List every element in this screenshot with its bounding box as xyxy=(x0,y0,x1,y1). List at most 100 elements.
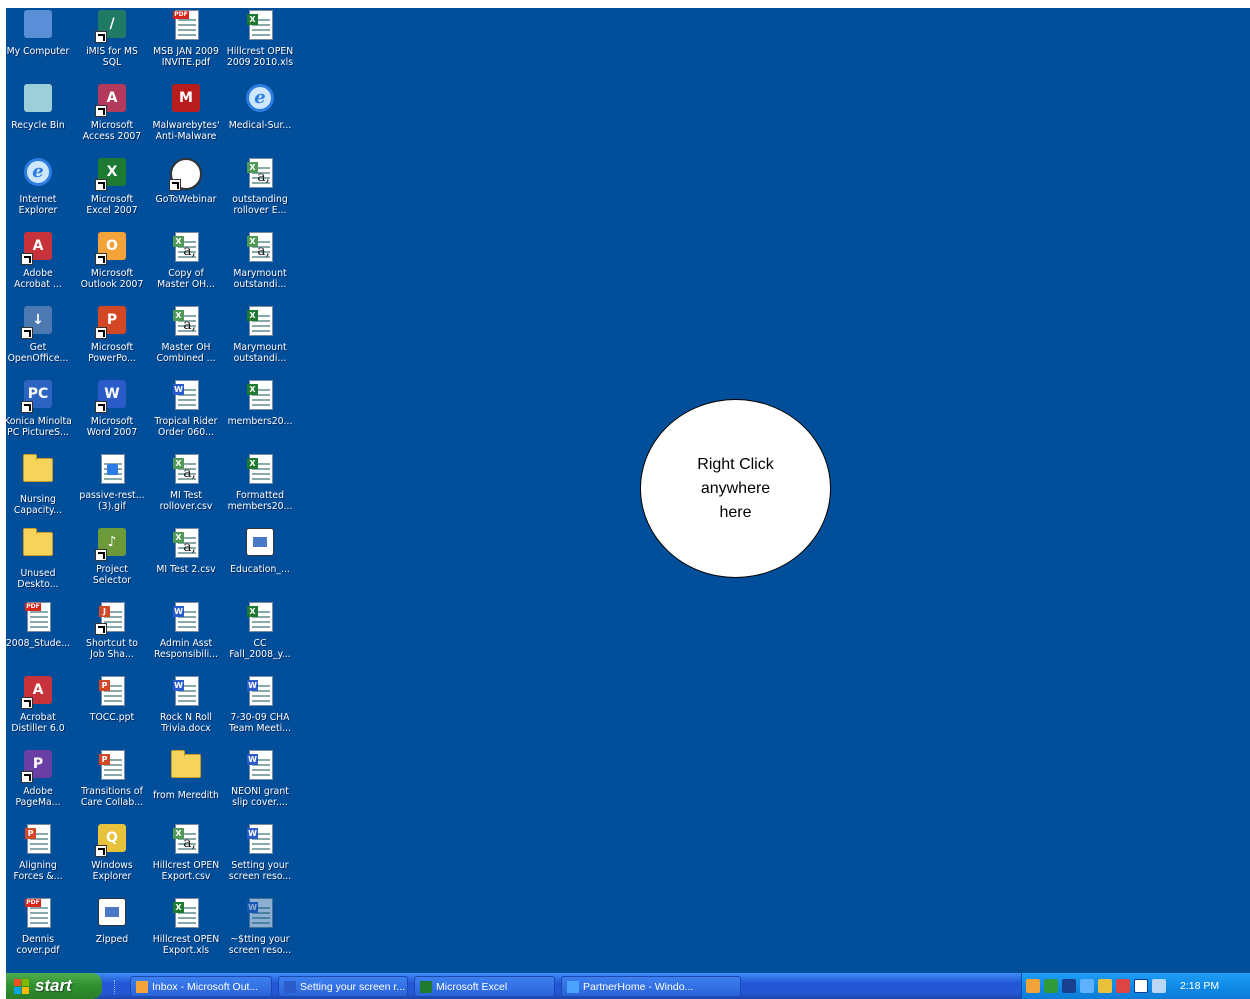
update-tray-icon[interactable] xyxy=(1098,979,1112,993)
pc-picture-studio-icon: PC xyxy=(21,380,54,413)
desktop-icon-label: MI Test rollover.csv xyxy=(159,490,213,512)
excel-icon: X xyxy=(95,158,128,191)
start-label: start xyxy=(35,976,72,995)
desktop-icon[interactable]: P Adobe PageMa... xyxy=(6,748,75,820)
desktop-icon[interactable]: O Microsoft Outlook 2007 xyxy=(75,230,149,302)
desktop-icon-label: Hillcrest OPEN Export.csv xyxy=(152,860,220,882)
desktop-icon[interactable]: PDF 2008_Stude... xyxy=(6,600,75,672)
desktop-icon[interactable]: W 7-30-09 CHA Team Meeti... xyxy=(223,674,297,746)
desktop-icon[interactable]: P Transitions of Care Collab... xyxy=(75,748,149,820)
desktop-icon-label: TOCC.ppt xyxy=(89,712,135,723)
desktop-icon-label: Malwarebytes' Anti-Malware xyxy=(152,120,220,142)
desktop-icon[interactable]: P TOCC.ppt xyxy=(75,674,149,746)
desktop-icon[interactable]: W Setting your screen reso... xyxy=(223,822,297,894)
desktop-icon[interactable]: Xa, MI Test 2.csv xyxy=(149,526,223,598)
excel-file-icon: X xyxy=(244,602,276,634)
csv-file-icon: Xa, xyxy=(170,306,202,338)
security-tray-icon[interactable] xyxy=(1116,979,1130,993)
gotowebinar-icon xyxy=(169,158,202,191)
taskbar-button[interactable]: Setting your screen r... xyxy=(278,976,408,997)
desktop-icon[interactable]: PDF Dennis cover.pdf xyxy=(6,896,75,968)
desktop-icon[interactable]: W Microsoft Word 2007 xyxy=(75,378,149,450)
desktop-icon[interactable]: GoToWebinar xyxy=(149,156,223,228)
desktop-icon[interactable]: Education_... xyxy=(223,526,297,598)
desktop-icon[interactable]: Xa, Hillcrest OPEN Export.csv xyxy=(149,822,223,894)
access-icon: A xyxy=(95,84,128,117)
desktop-icon[interactable]: e Medical-Sur... xyxy=(223,82,297,154)
desktop-icon[interactable]: Xa, Master OH Combined ... xyxy=(149,304,223,376)
excel-icon xyxy=(420,980,432,993)
desktop-icon-label: Internet Explorer xyxy=(18,194,58,216)
desktop-icon[interactable]: X CC Fall_2008_y... xyxy=(223,600,297,672)
desktop-icon[interactable]: A Adobe Acrobat ... xyxy=(6,230,75,302)
desktop-icon[interactable]: J Shortcut to Job Sha... xyxy=(75,600,149,672)
desktop-icon-label: Microsoft Word 2007 xyxy=(86,416,138,438)
taskbar-button[interactable]: PartnerHome - Windo... xyxy=(561,976,741,997)
desktop-icon[interactable]: A Microsoft Access 2007 xyxy=(75,82,149,154)
word-file-icon: W xyxy=(170,676,202,708)
desktop-icon[interactable]: PC Konica Minolta PC PictureS... xyxy=(6,378,75,450)
desktop-icon[interactable]: My Computer xyxy=(6,8,75,80)
desktop-icon[interactable]: X Hillcrest OPEN Export.xls xyxy=(149,896,223,968)
start-button[interactable]: start xyxy=(6,973,102,999)
desktop-icon[interactable]: PDF MSB JAN 2009 INVITE.pdf xyxy=(149,8,223,80)
media-tray-icon[interactable] xyxy=(1134,979,1148,993)
network-tray-icon[interactable] xyxy=(1044,979,1058,993)
desktop-icon[interactable]: Xmembers20... xyxy=(223,378,297,450)
desktop-icon[interactable]: X Hillcrest OPEN 2009 2010.xls xyxy=(223,8,297,80)
desktop-icon[interactable]: W Admin Asst Responsibili... xyxy=(149,600,223,672)
desktop-icon[interactable]: passive-rest... (3).gif xyxy=(75,452,149,524)
taskbar-button[interactable]: Microsoft Excel xyxy=(414,976,555,997)
antivirus-tray-icon[interactable] xyxy=(1062,979,1076,993)
desktop-icon[interactable]: W Tropical Rider Order 060... xyxy=(149,378,223,450)
taskbar-button[interactable]: Inbox - Microsoft Out... xyxy=(130,976,272,997)
desktop-icon[interactable]: X Marymount outstandi... xyxy=(223,304,297,376)
quick-launch-grip[interactable] xyxy=(114,980,121,994)
desktop-icon[interactable]: Zipped xyxy=(75,896,149,968)
desktop-icon[interactable]: P Microsoft PowerPo... xyxy=(75,304,149,376)
excel-file-icon: X xyxy=(244,306,276,338)
outlook-tray-icon[interactable] xyxy=(1026,979,1040,993)
csv-file-icon: Xa, xyxy=(170,824,202,856)
desktop-icon[interactable]: P Aligning Forces &... xyxy=(6,822,75,894)
desktop-icon[interactable]: ♪ Project Selector xyxy=(75,526,149,598)
desktop-icon[interactable]: Recycle Bin xyxy=(6,82,75,154)
desktop-icon-label: iMIS for MS SQL xyxy=(86,46,138,68)
desktop[interactable]: My Computer Recycle Bin e Internet Explorer… xyxy=(6,8,1250,999)
csv-file-icon: Xa, xyxy=(170,232,202,264)
desktop-icon[interactable]: M Malwarebytes' Anti-Malware xyxy=(149,82,223,154)
clock[interactable]: 2:18 PM xyxy=(1180,980,1219,992)
taskbar: start Inbox - Microsoft Out... Setting yo… xyxy=(6,973,1250,999)
desktop-icon[interactable]: A Acrobat Distiller 6.0 xyxy=(6,674,75,746)
desktop-icon[interactable]: Unused Deskto... xyxy=(6,526,75,598)
shortcut-arrow-icon xyxy=(21,253,33,265)
desktop-icon[interactable]: / iMIS for MS SQL xyxy=(75,8,149,80)
pdf-file-icon: PDF xyxy=(170,10,202,42)
desktop-icon[interactable]: W Rock N Roll Trivia.docx xyxy=(149,674,223,746)
speaker-tray-icon[interactable] xyxy=(1152,979,1166,993)
folder-icon xyxy=(22,454,54,490)
desktop-icon[interactable]: Nursing Capacity... xyxy=(6,452,75,524)
acrobat-distiller-icon: A xyxy=(21,676,54,709)
desktop-icon[interactable]: from Meredith xyxy=(149,748,223,820)
desktop-icon[interactable]: Xa, Copy of Master OH... xyxy=(149,230,223,302)
csv-file-icon: Xa, xyxy=(244,158,276,190)
desktop-icon-label: Admin Asst Responsibili... xyxy=(153,638,219,660)
powerpoint-file-icon: P xyxy=(22,824,54,856)
desktop-icon[interactable]: W NEONI grant slip cover.... xyxy=(223,748,297,820)
internet-explorer-icon xyxy=(567,980,579,993)
desktop-icon[interactable]: e Internet Explorer xyxy=(6,156,75,228)
desktop-icon[interactable]: X Microsoft Excel 2007 xyxy=(75,156,149,228)
desktop-icon[interactable]: Xa, outstanding rollover E... xyxy=(223,156,297,228)
desktop-icon[interactable]: Q Windows Explorer xyxy=(75,822,149,894)
desktop-icon[interactable]: Xa, Marymount outstandi... xyxy=(223,230,297,302)
display-tray-icon[interactable] xyxy=(1080,979,1094,993)
desktop-icon[interactable]: ↓ Get OpenOffice... xyxy=(6,304,75,376)
word-file-icon: W xyxy=(244,676,276,708)
desktop-icon[interactable]: X Formatted members20... xyxy=(223,452,297,524)
desktop-icon[interactable]: Xa, MI Test rollover.csv xyxy=(149,452,223,524)
desktop-icon[interactable]: W ~$tting your screen reso... xyxy=(223,896,297,968)
csv-file-icon: Xa, xyxy=(170,528,202,560)
powerpoint-icon: P xyxy=(95,306,128,339)
desktop-icon-label: passive-rest... (3).gif xyxy=(79,490,145,512)
